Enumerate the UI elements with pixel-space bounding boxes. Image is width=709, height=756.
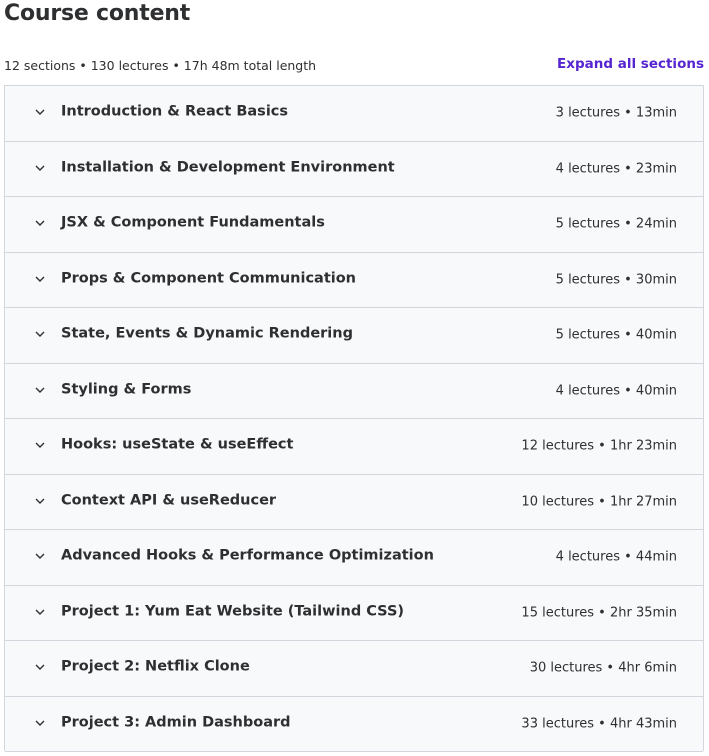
section-title: Introduction & React Basics: [61, 103, 289, 120]
chevron-down-icon: [35, 274, 45, 284]
chevron-down-icon: [35, 607, 45, 617]
chevron-down-icon: [35, 163, 45, 173]
section-header[interactable]: Context API & useReducer 10 lectures • 1…: [5, 474, 703, 530]
chevron-down-icon: [35, 385, 45, 395]
chevron-down-icon: [35, 218, 45, 228]
section-title: Context API & useReducer: [61, 492, 277, 509]
section-header[interactable]: State, Events & Dynamic Rendering 5 lect…: [5, 308, 703, 364]
section-meta: 12 lectures • 1hr 23min: [521, 438, 677, 454]
course-summary: 12 sections • 130 lectures • 17h 48m tot…: [4, 58, 317, 73]
section-title: State, Events & Dynamic Rendering: [61, 325, 353, 342]
section-title: Project 1: Yum Eat Website (Tailwind CSS…: [61, 603, 405, 620]
section-meta: 10 lectures • 1hr 27min: [521, 494, 677, 510]
section-title: Project 2: Netflix Clone: [61, 658, 250, 675]
section-header[interactable]: Hooks: useState & useEffect 12 lectures …: [5, 419, 703, 475]
chevron-down-icon: [35, 718, 45, 728]
section-header[interactable]: Project 3: Admin Dashboard 33 lectures •…: [5, 696, 703, 752]
section-meta: 3 lectures • 13min: [555, 105, 677, 121]
section-header[interactable]: JSX & Component Fundamentals 5 lectures …: [5, 197, 703, 253]
section-title: Advanced Hooks & Performance Optimizatio…: [61, 547, 434, 564]
page-title: Course content: [4, 1, 191, 26]
section-meta: 5 lectures • 24min: [555, 216, 677, 232]
section-list: Introduction & React Basics 3 lectures •…: [4, 85, 704, 752]
section-header[interactable]: Introduction & React Basics 3 lectures •…: [5, 86, 703, 142]
section-header[interactable]: Styling & Forms 4 lectures • 40min: [5, 363, 703, 419]
section-meta: 4 lectures • 40min: [555, 383, 677, 399]
section-meta: 30 lectures • 4hr 6min: [529, 660, 677, 676]
section-meta: 4 lectures • 44min: [555, 549, 677, 565]
section-meta: 5 lectures • 40min: [555, 327, 677, 343]
chevron-down-icon: [35, 551, 45, 561]
section-header[interactable]: Installation & Development Environment 4…: [5, 141, 703, 197]
section-title: Project 3: Admin Dashboard: [61, 714, 291, 731]
section-title: JSX & Component Fundamentals: [61, 214, 325, 231]
section-header[interactable]: Advanced Hooks & Performance Optimizatio…: [5, 530, 703, 586]
chevron-down-icon: [35, 662, 45, 672]
expand-all-sections-button[interactable]: Expand all sections: [557, 56, 704, 72]
chevron-down-icon: [35, 440, 45, 450]
section-title: Props & Component Communication: [61, 270, 357, 287]
course-content-panel: Course content 12 sections • 130 lecture…: [0, 0, 709, 756]
section-meta: 33 lectures • 4hr 43min: [521, 716, 677, 732]
chevron-down-icon: [35, 496, 45, 506]
section-header[interactable]: Props & Component Communication 5 lectur…: [5, 252, 703, 308]
section-header[interactable]: Project 2: Netflix Clone 30 lectures • 4…: [5, 641, 703, 697]
section-meta: 5 lectures • 30min: [555, 272, 677, 288]
section-header[interactable]: Project 1: Yum Eat Website (Tailwind CSS…: [5, 585, 703, 641]
chevron-down-icon: [35, 329, 45, 339]
section-title: Installation & Development Environment: [61, 159, 395, 176]
course-summary-row: 12 sections • 130 lectures • 17h 48m tot…: [4, 56, 704, 76]
section-title: Hooks: useState & useEffect: [61, 436, 294, 453]
section-title: Styling & Forms: [61, 381, 192, 398]
section-meta: 15 lectures • 2hr 35min: [521, 605, 677, 621]
section-meta: 4 lectures • 23min: [555, 161, 677, 177]
chevron-down-icon: [35, 107, 45, 117]
